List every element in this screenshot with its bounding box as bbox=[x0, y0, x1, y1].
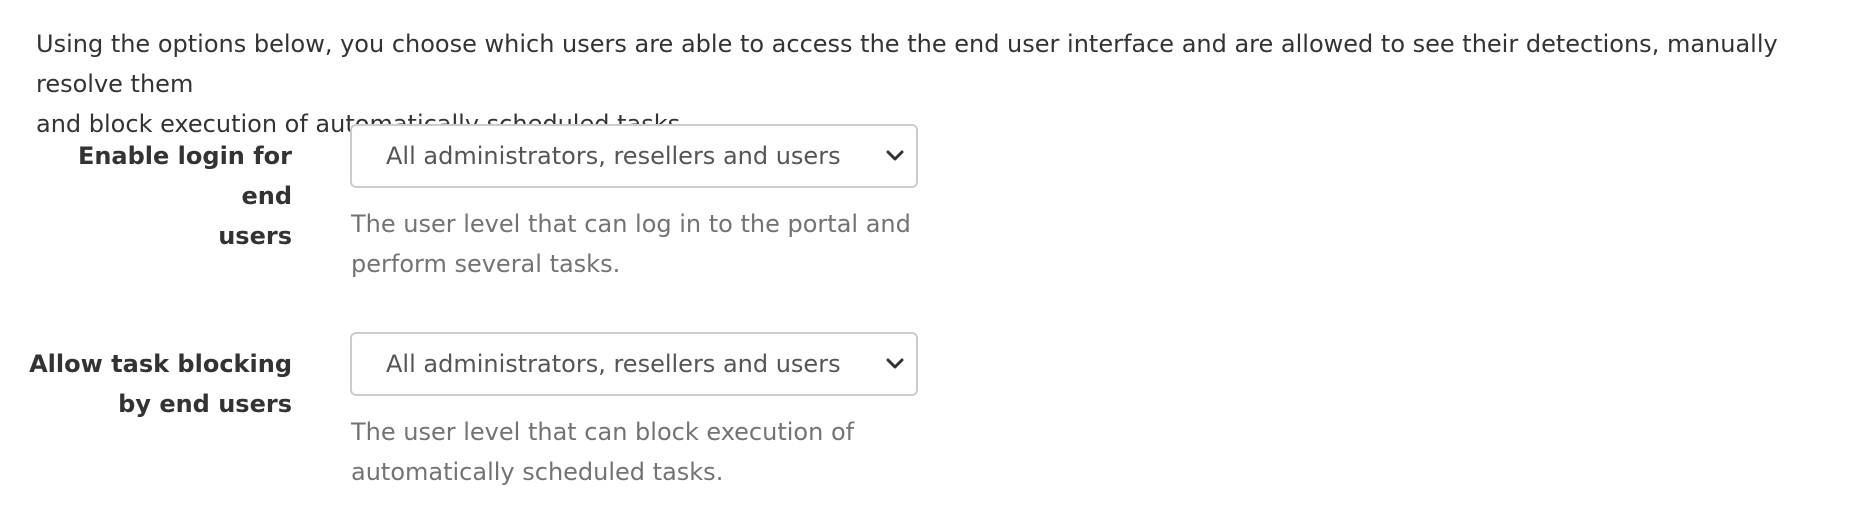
enable-login-select-value: All administrators, resellers and users bbox=[386, 142, 841, 170]
intro-line-2: and block execution of automatically sch… bbox=[36, 110, 688, 138]
enable-login-label: Enable login for end users bbox=[20, 136, 292, 256]
task-blocking-help: The user level that can block execution … bbox=[351, 412, 911, 492]
task-blocking-label-line-2: by end users bbox=[118, 390, 292, 418]
settings-page: Using the options below, you choose whic… bbox=[0, 0, 1872, 506]
task-blocking-help-line-2: automatically scheduled tasks. bbox=[351, 458, 724, 486]
task-blocking-select[interactable]: All administrators, resellers and users bbox=[350, 332, 918, 396]
task-blocking-label-line-1: Allow task blocking bbox=[29, 350, 292, 378]
enable-login-help: The user level that can log in to the po… bbox=[351, 204, 911, 284]
enable-login-label-line-1: Enable login for end bbox=[77, 142, 292, 210]
chevron-down-icon bbox=[886, 150, 904, 161]
enable-login-label-line-2: users bbox=[218, 222, 292, 250]
task-blocking-select-value: All administrators, resellers and users bbox=[386, 350, 841, 378]
chevron-down-icon bbox=[886, 358, 904, 369]
intro-line-1: Using the options below, you choose whic… bbox=[36, 30, 1778, 98]
enable-login-select[interactable]: All administrators, resellers and users bbox=[350, 124, 918, 188]
enable-login-help-line-1: The user level that can log in to the po… bbox=[351, 210, 911, 238]
intro-text: Using the options below, you choose whic… bbox=[36, 24, 1856, 144]
task-blocking-help-line-1: The user level that can block execution … bbox=[351, 418, 855, 446]
enable-login-help-line-2: perform several tasks. bbox=[351, 250, 621, 278]
task-blocking-label: Allow task blocking by end users bbox=[20, 344, 292, 424]
